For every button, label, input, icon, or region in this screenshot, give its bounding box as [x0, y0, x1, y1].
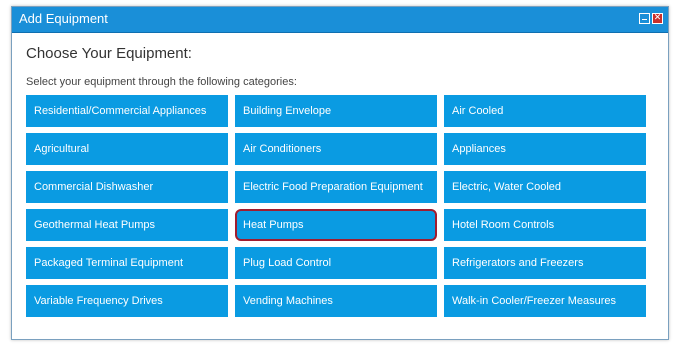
category-button-building-envelope[interactable]: Building Envelope	[235, 95, 437, 127]
dialog-heading: Choose Your Equipment:	[26, 45, 192, 62]
dialog-title: Add Equipment	[19, 11, 108, 26]
category-grid: Residential/Commercial Appliances Buildi…	[26, 95, 656, 317]
category-button-appliances[interactable]: Appliances	[444, 133, 646, 165]
category-button-vending-machines[interactable]: Vending Machines	[235, 285, 437, 317]
add-equipment-dialog: Add Equipment ✕ Choose Your Equipment: S…	[11, 6, 669, 340]
category-button-air-conditioners[interactable]: Air Conditioners	[235, 133, 437, 165]
dialog-subtitle: Select your equipment through the follow…	[26, 76, 297, 88]
category-button-variable-frequency-drives[interactable]: Variable Frequency Drives	[26, 285, 228, 317]
category-button-walk-in-cooler-freezer-measures[interactable]: Walk-in Cooler/Freezer Measures	[444, 285, 646, 317]
page: Add Equipment ✕ Choose Your Equipment: S…	[0, 0, 680, 347]
category-button-plug-load-control[interactable]: Plug Load Control	[235, 247, 437, 279]
category-button-electric-water-cooled[interactable]: Electric, Water Cooled	[444, 171, 646, 203]
category-button-commercial-dishwasher[interactable]: Commercial Dishwasher	[26, 171, 228, 203]
category-button-packaged-terminal-equipment[interactable]: Packaged Terminal Equipment	[26, 247, 228, 279]
minimize-icon[interactable]	[639, 13, 650, 24]
category-button-refrigerators-and-freezers[interactable]: Refrigerators and Freezers	[444, 247, 646, 279]
close-icon[interactable]: ✕	[652, 13, 663, 24]
category-button-hotel-room-controls[interactable]: Hotel Room Controls	[444, 209, 646, 241]
dialog-titlebar: Add Equipment ✕	[12, 7, 668, 33]
category-button-residential-commercial-appliances[interactable]: Residential/Commercial Appliances	[26, 95, 228, 127]
category-button-heat-pumps[interactable]: Heat Pumps	[235, 209, 437, 241]
category-button-electric-food-preparation-equipment[interactable]: Electric Food Preparation Equipment	[235, 171, 437, 203]
category-button-air-cooled[interactable]: Air Cooled	[444, 95, 646, 127]
category-button-geothermal-heat-pumps[interactable]: Geothermal Heat Pumps	[26, 209, 228, 241]
dialog-content: Choose Your Equipment: Select your equip…	[26, 45, 656, 317]
category-button-agricultural[interactable]: Agricultural	[26, 133, 228, 165]
